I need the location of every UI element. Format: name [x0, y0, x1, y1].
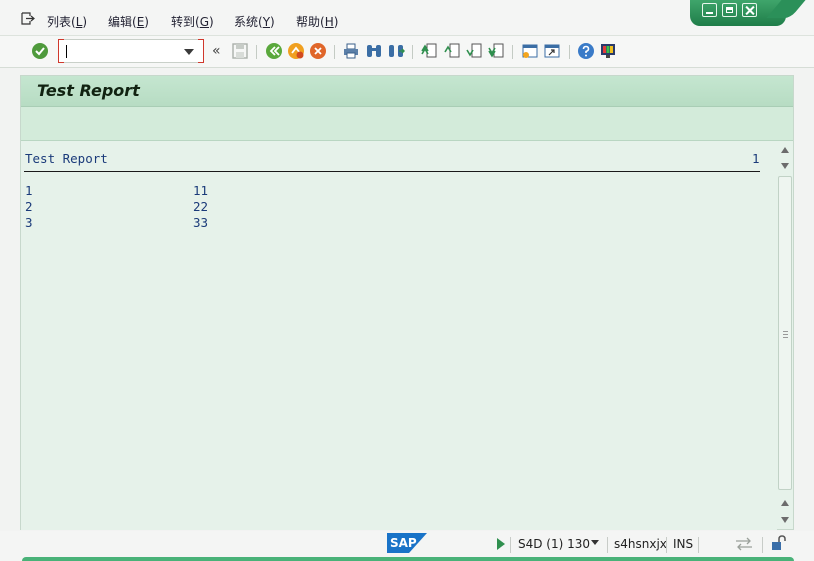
- list-header: Test Report: [25, 151, 108, 166]
- print-icon[interactable]: [342, 42, 360, 60]
- cancel-icon[interactable]: [309, 42, 327, 60]
- create-session-icon[interactable]: [521, 42, 539, 60]
- status-separator: [607, 537, 608, 553]
- exit-icon[interactable]: [287, 42, 305, 60]
- command-field[interactable]: [58, 39, 204, 63]
- sap-logo: SAP: [387, 533, 427, 553]
- layout-menu-icon[interactable]: [599, 42, 617, 60]
- save-icon[interactable]: [231, 42, 249, 60]
- menu-help[interactable]: 帮助(H): [296, 13, 338, 30]
- enter-icon[interactable]: [31, 42, 49, 60]
- toolbar-separator: [512, 45, 513, 59]
- vertical-scrollbar[interactable]: [777, 142, 793, 530]
- maximize-icon[interactable]: [722, 3, 737, 17]
- bottom-accent: [22, 557, 794, 561]
- list-cell: 1: [25, 183, 33, 198]
- status-separator: [762, 537, 763, 553]
- scroll-up-icon[interactable]: [781, 147, 789, 153]
- shortcut-icon[interactable]: [543, 42, 561, 60]
- menu-list[interactable]: 列表(L): [47, 13, 87, 30]
- application-toolbar: [21, 107, 793, 141]
- chevron-down-icon[interactable]: [591, 540, 599, 545]
- status-separator: [510, 537, 511, 553]
- previous-page-icon[interactable]: [443, 42, 461, 60]
- chevron-down-icon[interactable]: [184, 49, 194, 55]
- find-next-icon[interactable]: [387, 42, 405, 60]
- insert-mode[interactable]: INS: [673, 537, 693, 551]
- host-name: s4hsnxjx: [614, 537, 667, 551]
- list-cell: 2: [25, 199, 33, 214]
- menu-system[interactable]: 系统(Y): [234, 13, 275, 30]
- help-icon[interactable]: [577, 42, 595, 60]
- text-caret: [66, 45, 67, 58]
- last-page-icon[interactable]: [487, 42, 505, 60]
- system-info[interactable]: S4D (1) 130: [518, 537, 590, 551]
- list-cell: 11: [193, 183, 209, 198]
- scroll-down-icon[interactable]: [781, 517, 789, 523]
- window-controls: [690, 0, 786, 26]
- collapse-toolbar-icon[interactable]: «: [212, 43, 221, 59]
- list-cell: 22: [193, 199, 209, 214]
- menu-exit-icon[interactable]: [21, 12, 35, 25]
- back-icon[interactable]: [265, 42, 283, 60]
- close-icon[interactable]: [742, 3, 757, 17]
- list-output[interactable]: Test Report 1 1 11 2 22 3 33: [21, 142, 777, 530]
- title-bar: Test Report: [21, 76, 793, 107]
- minimize-icon[interactable]: [702, 3, 717, 17]
- scroll-down-icon[interactable]: [781, 163, 789, 169]
- scrollbar-track[interactable]: [778, 176, 792, 490]
- page-number: 1: [752, 151, 760, 166]
- find-icon[interactable]: [365, 42, 383, 60]
- next-page-icon[interactable]: [465, 42, 483, 60]
- status-separator: [698, 537, 699, 553]
- play-icon[interactable]: [497, 538, 505, 550]
- report-frame: Test Report Test Report 1 1 11 2 22 3 33: [20, 75, 794, 530]
- toolbar-separator: [256, 45, 257, 59]
- page-title: Test Report: [37, 81, 140, 100]
- unlock-icon[interactable]: [770, 535, 786, 551]
- menu-edit[interactable]: 编辑(E): [108, 13, 149, 30]
- scroll-grip-icon[interactable]: [783, 331, 788, 339]
- command-field-bracket-right: [198, 39, 204, 63]
- status-separator: [666, 537, 667, 553]
- header-divider: [24, 171, 760, 172]
- menu-goto[interactable]: 转到(G): [171, 13, 214, 30]
- list-cell: 3: [25, 215, 33, 230]
- command-input[interactable]: [64, 43, 182, 59]
- standard-toolbar: «: [0, 36, 814, 68]
- list-cell: 33: [193, 215, 209, 230]
- transfer-icon: [736, 537, 752, 551]
- scroll-up-icon[interactable]: [781, 500, 789, 506]
- toolbar-separator: [334, 45, 335, 59]
- toolbar-separator: [412, 45, 413, 59]
- first-page-icon[interactable]: [420, 42, 438, 60]
- toolbar-separator: [569, 45, 570, 59]
